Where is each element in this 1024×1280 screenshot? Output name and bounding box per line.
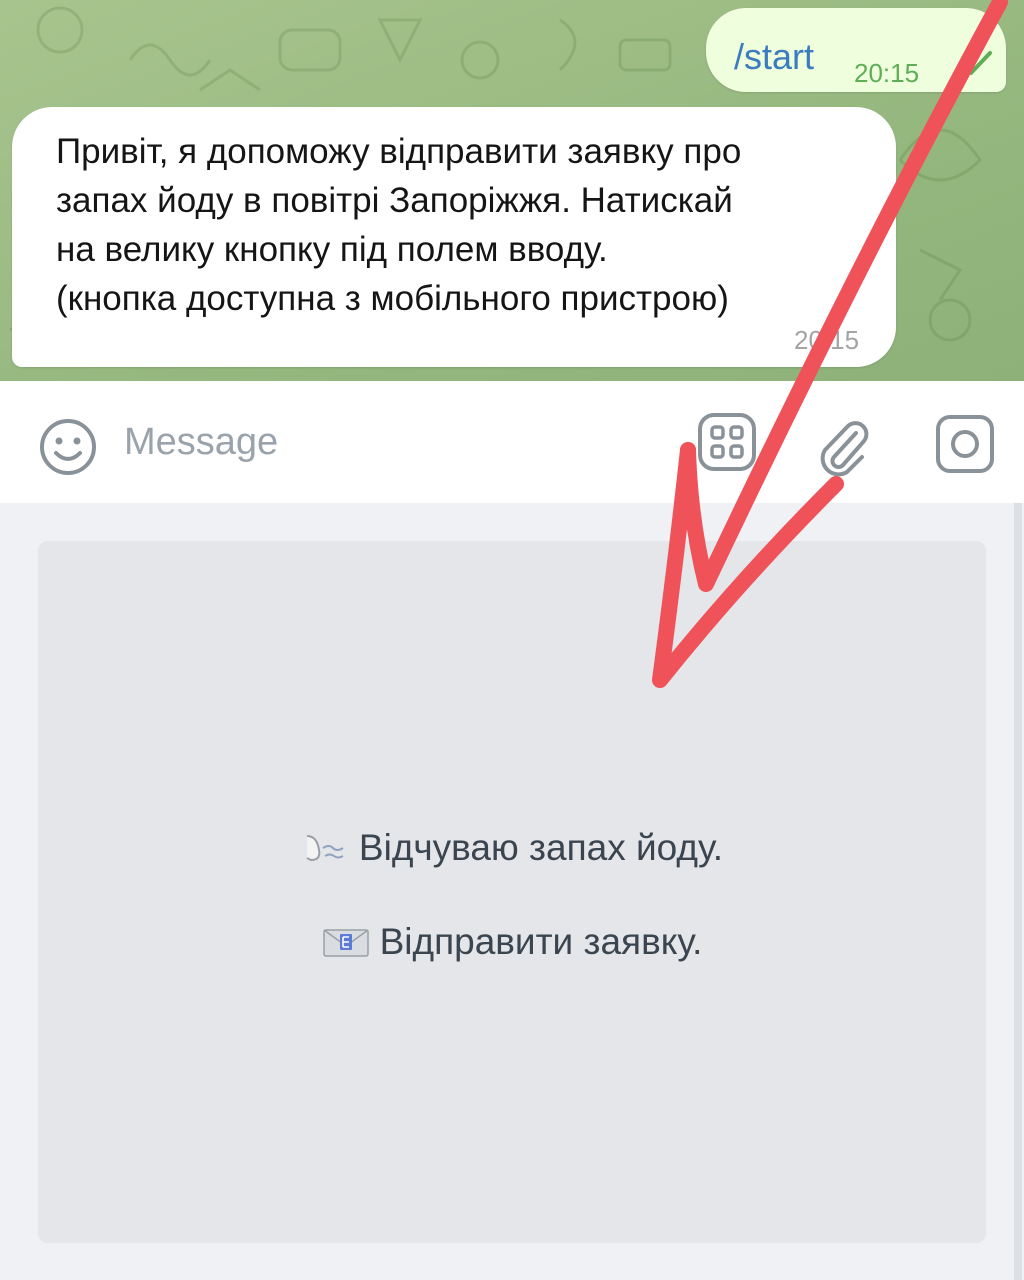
paperclip-icon[interactable] [812,415,874,477]
outgoing-message[interactable]: /start 20:15 [706,8,1006,92]
smell-iodine-button[interactable]: Відчуваю запах йоду. [38,813,986,883]
message-input[interactable] [124,411,644,473]
message-composer [0,381,1024,503]
keyboard-scrollbar[interactable] [1014,503,1022,1280]
bot-keyboard-icon[interactable] [696,411,758,473]
keyboard-button-panel: Відчуваю запах йоду. Відправити заявку. [38,541,986,1243]
bot-reply-keyboard: Відчуваю запах йоду. Відправити заявку. [0,503,1024,1280]
keyboard-button-label: Відчуваю запах йоду. [358,827,724,868]
emoji-icon[interactable] [38,417,98,477]
incoming-message[interactable]: Привіт, я допоможу відправити заявку про… [12,107,896,367]
message-time: 20:15 [794,325,860,355]
chat-area: /start 20:15 Привіт, я допоможу відправи… [0,0,1024,381]
message-text: Привіт, я допоможу відправити заявку про… [56,132,742,318]
keyboard-button-label: Відправити заявку. [379,921,703,962]
send-request-button[interactable]: Відправити заявку. [38,907,986,977]
nose-sniffing-icon [306,835,344,862]
read-check-icon [960,51,992,75]
message-time: 20:15 [854,58,920,88]
camera-icon[interactable] [934,413,996,475]
envelope-icon [322,929,369,957]
start-command-link[interactable]: /start [734,36,814,78]
